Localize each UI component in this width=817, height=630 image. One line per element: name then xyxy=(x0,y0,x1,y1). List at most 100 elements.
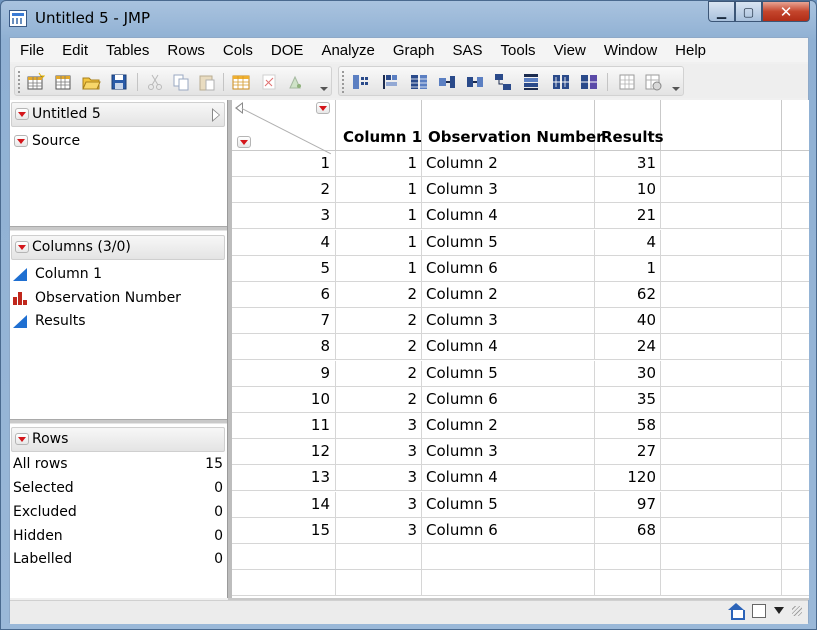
cell-results[interactable]: 24 xyxy=(595,334,661,360)
cell-empty[interactable] xyxy=(782,413,809,439)
grid-corner[interactable] xyxy=(232,100,336,155)
clear-icon[interactable] xyxy=(259,72,279,92)
rows-red-triangle-icon[interactable] xyxy=(237,136,251,148)
cell-empty[interactable] xyxy=(661,387,782,413)
cell-column-1[interactable]: 3 xyxy=(336,492,422,518)
panel-divider[interactable] xyxy=(10,226,227,231)
cell-observation-number[interactable]: Column 2 xyxy=(422,282,595,308)
cell-observation-number[interactable]: Column 2 xyxy=(422,151,595,177)
cell-empty[interactable] xyxy=(661,256,782,282)
menu-analyze[interactable]: Analyze xyxy=(312,42,383,59)
home-icon[interactable] xyxy=(728,603,745,620)
copy-icon[interactable] xyxy=(171,72,191,92)
cell-results[interactable]: 1 xyxy=(595,256,661,282)
menu-tools[interactable]: Tools xyxy=(492,42,545,59)
cell-observation-number[interactable]: Column 5 xyxy=(422,492,595,518)
cell-column-1[interactable]: 2 xyxy=(336,387,422,413)
red-triangle-menu-icon[interactable] xyxy=(15,108,29,120)
cell-results[interactable]: 35 xyxy=(595,387,661,413)
column-header-empty[interactable] xyxy=(661,100,782,151)
column-header-empty[interactable] xyxy=(782,100,809,151)
cell-column-1[interactable]: 3 xyxy=(336,413,422,439)
cell-empty[interactable] xyxy=(661,177,782,203)
menu-view[interactable]: View xyxy=(545,42,595,59)
cell-empty[interactable] xyxy=(661,282,782,308)
cell-empty[interactable] xyxy=(661,439,782,465)
cell-results[interactable]: 30 xyxy=(595,361,661,387)
split-icon[interactable] xyxy=(351,72,371,92)
cell-results[interactable]: 58 xyxy=(595,413,661,439)
toolbar-grip[interactable] xyxy=(18,71,20,93)
cell-column-1[interactable]: 1 xyxy=(336,203,422,229)
columns-panel-header[interactable]: Columns (3/0) xyxy=(11,235,225,260)
cell-results[interactable]: 97 xyxy=(595,492,661,518)
table-panel-header[interactable]: Untitled 5 xyxy=(11,102,225,127)
dropdown-icon[interactable] xyxy=(774,607,784,614)
empty-cell[interactable] xyxy=(232,544,336,570)
cell-empty[interactable] xyxy=(661,334,782,360)
source-script-menu-icon[interactable] xyxy=(14,135,28,147)
cell-empty[interactable] xyxy=(782,334,809,360)
toolbar-grip[interactable] xyxy=(342,71,344,93)
toolbar-overflow-button[interactable] xyxy=(671,87,681,93)
column-list-item[interactable]: Column 1 xyxy=(13,263,102,285)
red-triangle-menu-icon[interactable] xyxy=(15,433,29,445)
cell-column-1[interactable]: 2 xyxy=(336,334,422,360)
row-number[interactable]: 13 xyxy=(232,465,336,491)
cell-empty[interactable] xyxy=(782,308,809,334)
cell-column-1[interactable]: 1 xyxy=(336,151,422,177)
title-bar[interactable]: Untitled 5 - JMP ▁ ▢ ✕ xyxy=(1,1,816,35)
cell-column-1[interactable]: 1 xyxy=(336,256,422,282)
sort-icon[interactable] xyxy=(465,72,485,92)
column-header-results[interactable]: Results xyxy=(595,100,664,151)
stack-icon[interactable] xyxy=(381,72,401,92)
menu-rows[interactable]: Rows xyxy=(158,42,214,59)
row-number[interactable]: 6 xyxy=(232,282,336,308)
cell-empty[interactable] xyxy=(782,256,809,282)
row-number[interactable]: 5 xyxy=(232,256,336,282)
transpose-icon[interactable] xyxy=(551,72,571,92)
menu-window[interactable]: Window xyxy=(595,42,666,59)
cell-results[interactable]: 40 xyxy=(595,308,661,334)
column-list-item[interactable]: Results xyxy=(13,310,86,332)
row-number[interactable]: 2 xyxy=(232,177,336,203)
cell-empty[interactable] xyxy=(661,203,782,229)
cell-observation-number[interactable]: Column 4 xyxy=(422,334,595,360)
cell-observation-number[interactable]: Column 3 xyxy=(422,177,595,203)
collapse-panel-icon[interactable] xyxy=(212,108,220,122)
cell-empty[interactable] xyxy=(782,387,809,413)
cell-empty[interactable] xyxy=(661,230,782,256)
menu-doe[interactable]: DOE xyxy=(262,42,313,59)
cell-column-1[interactable]: 1 xyxy=(336,230,422,256)
empty-cell[interactable] xyxy=(595,544,661,570)
close-button[interactable]: ✕ xyxy=(762,1,810,22)
row-number[interactable]: 10 xyxy=(232,387,336,413)
menu-help[interactable]: Help xyxy=(666,42,715,59)
cell-empty[interactable] xyxy=(782,439,809,465)
empty-cell[interactable] xyxy=(336,570,422,596)
row-number[interactable]: 1 xyxy=(232,151,336,177)
cell-empty[interactable] xyxy=(661,492,782,518)
red-triangle-menu-icon[interactable] xyxy=(15,241,29,253)
cell-column-1[interactable]: 3 xyxy=(336,518,422,544)
paste-icon[interactable] xyxy=(197,72,217,92)
toolbar-overflow-button[interactable] xyxy=(319,87,329,93)
save-icon[interactable] xyxy=(109,72,129,92)
cell-observation-number[interactable]: Column 5 xyxy=(422,361,595,387)
cell-results[interactable]: 27 xyxy=(595,439,661,465)
menu-sas[interactable]: SAS xyxy=(444,42,492,59)
table-script-source[interactable]: Source xyxy=(32,133,80,149)
cell-empty[interactable] xyxy=(782,230,809,256)
arrow-tool-icon[interactable] xyxy=(285,72,305,92)
open-folder-icon[interactable] xyxy=(81,72,101,92)
cell-empty[interactable] xyxy=(661,151,782,177)
data-table-icon[interactable] xyxy=(231,72,251,92)
menu-edit[interactable]: Edit xyxy=(53,42,97,59)
cell-empty[interactable] xyxy=(661,413,782,439)
cut-icon[interactable] xyxy=(145,72,165,92)
cell-observation-number[interactable]: Column 5 xyxy=(422,230,595,256)
cell-observation-number[interactable]: Column 4 xyxy=(422,465,595,491)
column-info-icon[interactable] xyxy=(643,72,663,92)
cell-results[interactable]: 31 xyxy=(595,151,661,177)
window-list-icon[interactable] xyxy=(752,603,766,618)
